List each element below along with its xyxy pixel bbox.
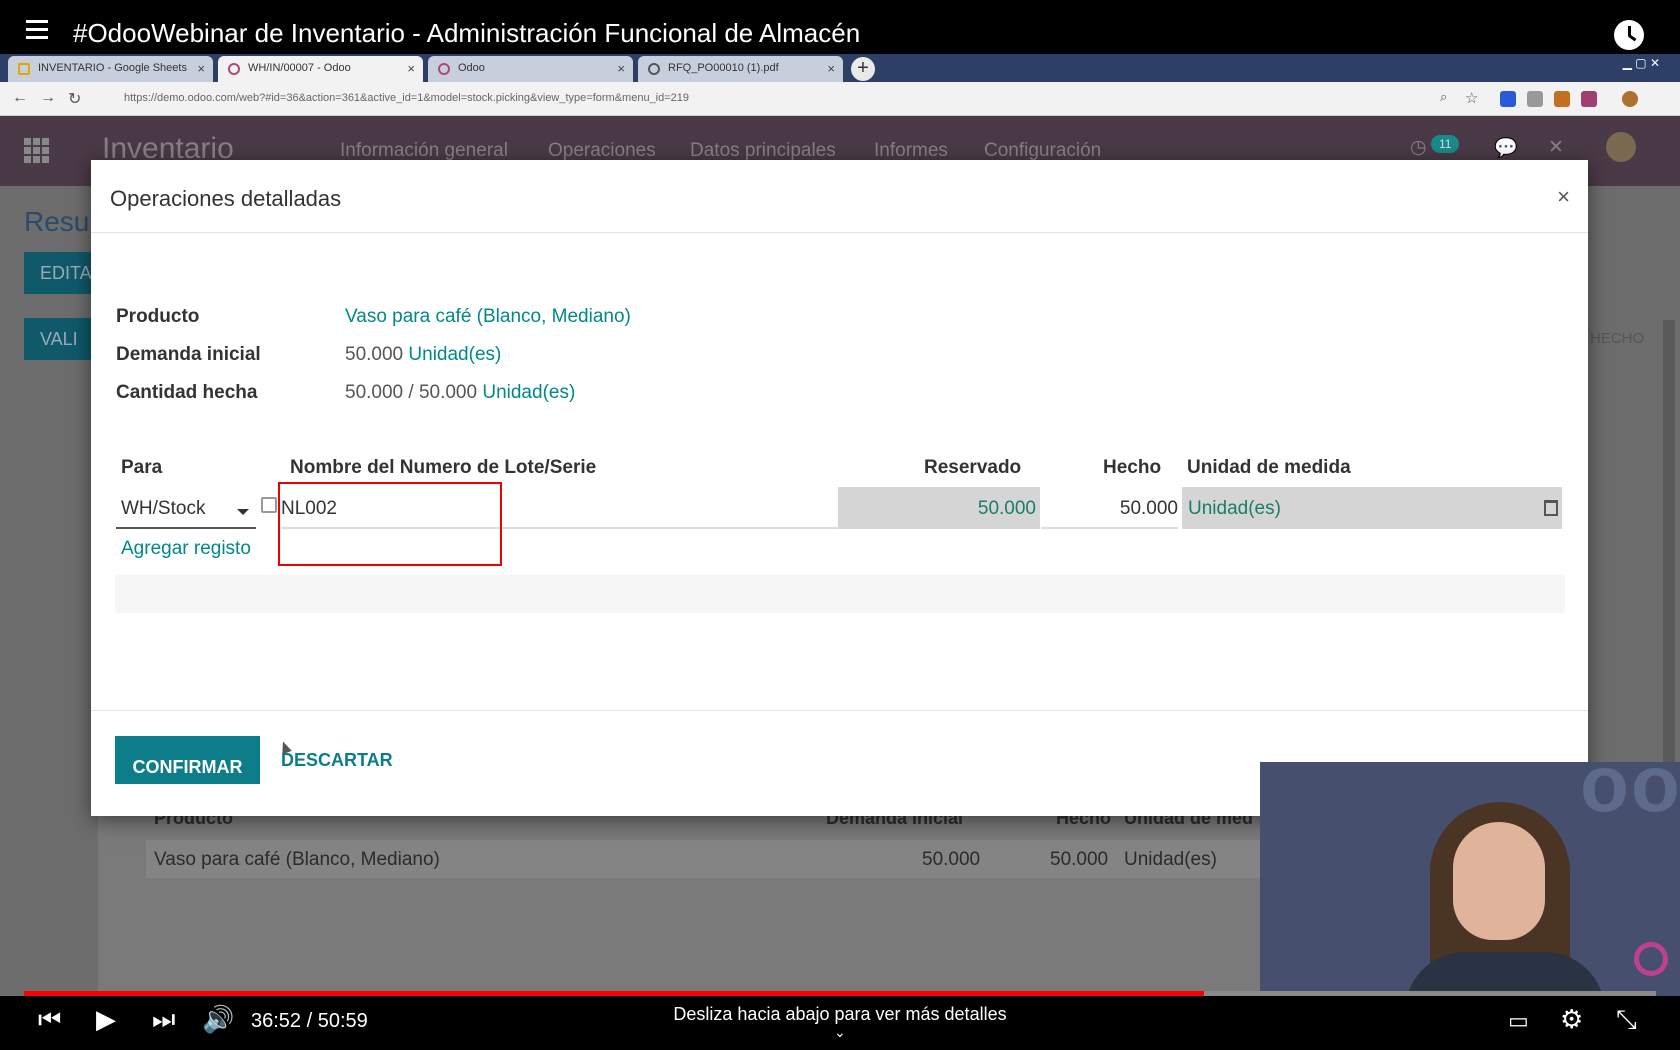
odoo-ring-logo xyxy=(1634,942,1668,976)
close-tab-icon[interactable]: × xyxy=(617,61,625,76)
destination-location-value: WH/Stock xyxy=(121,498,206,519)
close-icon[interactable]: ✕ xyxy=(1548,136,1564,159)
initial-demand-value: 50.000 Unidad(es) xyxy=(345,344,501,366)
back-icon[interactable]: ← xyxy=(12,89,28,107)
globe-icon xyxy=(648,63,660,75)
window-controls[interactable]: ▁ ▢ ✕ xyxy=(1623,56,1660,70)
profile-avatar[interactable] xyxy=(1622,91,1638,107)
user-avatar[interactable] xyxy=(1606,132,1636,162)
quantity-done-qty: 50.000 / 50.000 xyxy=(345,382,478,403)
presenter-face xyxy=(1453,822,1545,940)
column-header-reservado[interactable]: Reservado xyxy=(924,457,1021,479)
subtitles-icon[interactable]: ▭ xyxy=(1508,1008,1529,1034)
empty-table-row xyxy=(115,575,1565,613)
extension-icon[interactable] xyxy=(1554,91,1570,107)
uom-cell: Unidad(es) xyxy=(1124,849,1217,870)
quantity-done-uom-link[interactable]: Unidad(es) xyxy=(482,382,575,403)
browser-tab[interactable]: RFQ_PO00010 (1).pdf × xyxy=(638,56,843,82)
bookmark-star-icon[interactable]: ☆ xyxy=(1465,89,1478,107)
odoo-icon xyxy=(228,63,240,75)
chevron-down-icon[interactable] xyxy=(237,509,249,515)
destination-location-select[interactable]: WH/Stock xyxy=(116,487,256,529)
demand-cell: 50.000 xyxy=(922,849,981,870)
video-title: #OdooWebinar de Inventario - Administrac… xyxy=(73,18,861,48)
done-cell: 50.000 xyxy=(1050,849,1109,870)
product-cell: Vaso para café (Blanco, Mediano) xyxy=(154,849,440,870)
tab-label: Odoo xyxy=(458,62,485,74)
forward-icon[interactable]: → xyxy=(40,89,56,107)
playlist-icon[interactable] xyxy=(26,20,54,44)
initial-demand-uom-link[interactable]: Unidad(es) xyxy=(408,344,501,365)
quantity-done-value: 50.000 / 50.000 Unidad(es) xyxy=(345,382,575,404)
tab-label: RFQ_PO00010 (1).pdf xyxy=(668,62,779,74)
extension-icon[interactable] xyxy=(1581,91,1597,107)
chevron-down-icon[interactable]: ⌄ xyxy=(834,1024,846,1041)
close-dialog-icon[interactable]: × xyxy=(1557,184,1570,210)
uom-cell[interactable]: Unidad(es) xyxy=(1182,487,1562,529)
gear-icon[interactable]: ⚙ xyxy=(1560,1004,1583,1035)
external-edit-icon[interactable] xyxy=(261,497,277,513)
tab-label: WH/IN/00007 - Odoo xyxy=(248,62,351,74)
status-badge: HECHO xyxy=(1590,330,1645,347)
reload-icon[interactable]: ↻ xyxy=(68,89,81,109)
odoo-icon xyxy=(438,63,450,75)
initial-demand-qty: 50.000 xyxy=(345,344,404,365)
apps-grid-icon[interactable] xyxy=(24,138,52,164)
trash-icon[interactable] xyxy=(1544,500,1558,516)
chat-icon[interactable]: 💬 xyxy=(1494,136,1518,160)
url-field[interactable]: https://demo.odoo.com/web?#id=36&action=… xyxy=(100,86,1430,112)
browser-tabstrip: INVENTARIO - Google Sheets × WH/IN/00007… xyxy=(0,54,1680,82)
tab-label: INVENTARIO - Google Sheets xyxy=(38,62,187,74)
product-link[interactable]: Vaso para café (Blanco, Mediano) xyxy=(345,306,631,328)
breadcrumb: Resu xyxy=(24,206,90,237)
odoo-logo: ooo xyxy=(1580,762,1680,828)
menu-informes[interactable]: Informes xyxy=(874,140,948,162)
column-header-uom[interactable]: Unidad de medida xyxy=(1187,457,1351,479)
quantity-done-label: Cantidad hecha xyxy=(116,382,258,403)
close-tab-icon[interactable]: × xyxy=(197,61,205,76)
browser-tab[interactable]: Odoo × xyxy=(428,56,633,82)
extension-icon[interactable] xyxy=(1527,91,1543,107)
browser-tab-active[interactable]: WH/IN/00007 - Odoo × xyxy=(218,56,423,82)
presenter-video: ooo xyxy=(1260,762,1680,998)
menu-informacion-general[interactable]: Información general xyxy=(340,140,508,162)
annotation-highlight xyxy=(278,482,502,566)
video-player: #OdooWebinar de Inventario - Administrac… xyxy=(0,0,1680,1050)
browser-tab[interactable]: INVENTARIO - Google Sheets × xyxy=(8,56,213,82)
initial-demand-label: Demanda inicial xyxy=(116,344,261,365)
dialog-title: Operaciones detalladas xyxy=(110,186,342,211)
discard-button[interactable]: DESCARTAR xyxy=(281,750,393,771)
dialog-header: Operaciones detalladas × xyxy=(91,160,1588,233)
detailed-operations-dialog: Operaciones detalladas × Producto Vaso p… xyxy=(91,160,1588,816)
exit-fullscreen-icon[interactable]: ⤡ xyxy=(1616,1004,1637,1036)
activity-count-badge: 11 xyxy=(1431,135,1460,153)
close-tab-icon[interactable]: × xyxy=(407,61,415,76)
zoom-icon[interactable]: ⌕ xyxy=(1440,89,1447,105)
column-header-para[interactable]: Para xyxy=(121,457,162,479)
extension-icon[interactable] xyxy=(1500,91,1516,107)
sheets-icon xyxy=(18,63,30,75)
video-header: #OdooWebinar de Inventario - Administrac… xyxy=(0,0,1680,54)
player-controls: ⏮ ▶ ⏭ 🔊 36:52 / 50:59 Desliza hacia abaj… xyxy=(0,996,1680,1050)
done-qty-input[interactable]: 50.000 xyxy=(1041,487,1178,529)
menu-operaciones[interactable]: Operaciones xyxy=(548,140,656,162)
column-header-hecho[interactable]: Hecho xyxy=(1103,457,1161,479)
menu-configuracion[interactable]: Configuración xyxy=(984,140,1101,162)
new-tab-icon[interactable]: + xyxy=(851,57,875,81)
close-tab-icon[interactable]: × xyxy=(827,61,835,76)
product-label: Producto xyxy=(116,306,200,327)
add-line-link[interactable]: Agregar registo xyxy=(121,538,251,560)
address-bar: ← → ↻ https://demo.odoo.com/web?#id=36&a… xyxy=(0,82,1680,116)
menu-datos-principales[interactable]: Datos principales xyxy=(690,140,836,162)
reserved-qty-cell: 50.000 xyxy=(838,487,1040,529)
swipe-hint: Desliza hacia abajo para ver más detalle… xyxy=(673,1004,1007,1024)
watch-later-icon[interactable] xyxy=(1614,20,1644,50)
column-header-lot[interactable]: Nombre del Numero de Lote/Serie xyxy=(290,457,596,479)
activity-icon[interactable]: ◷ xyxy=(1410,136,1427,159)
confirm-button[interactable]: CONFIRMAR xyxy=(115,736,260,784)
